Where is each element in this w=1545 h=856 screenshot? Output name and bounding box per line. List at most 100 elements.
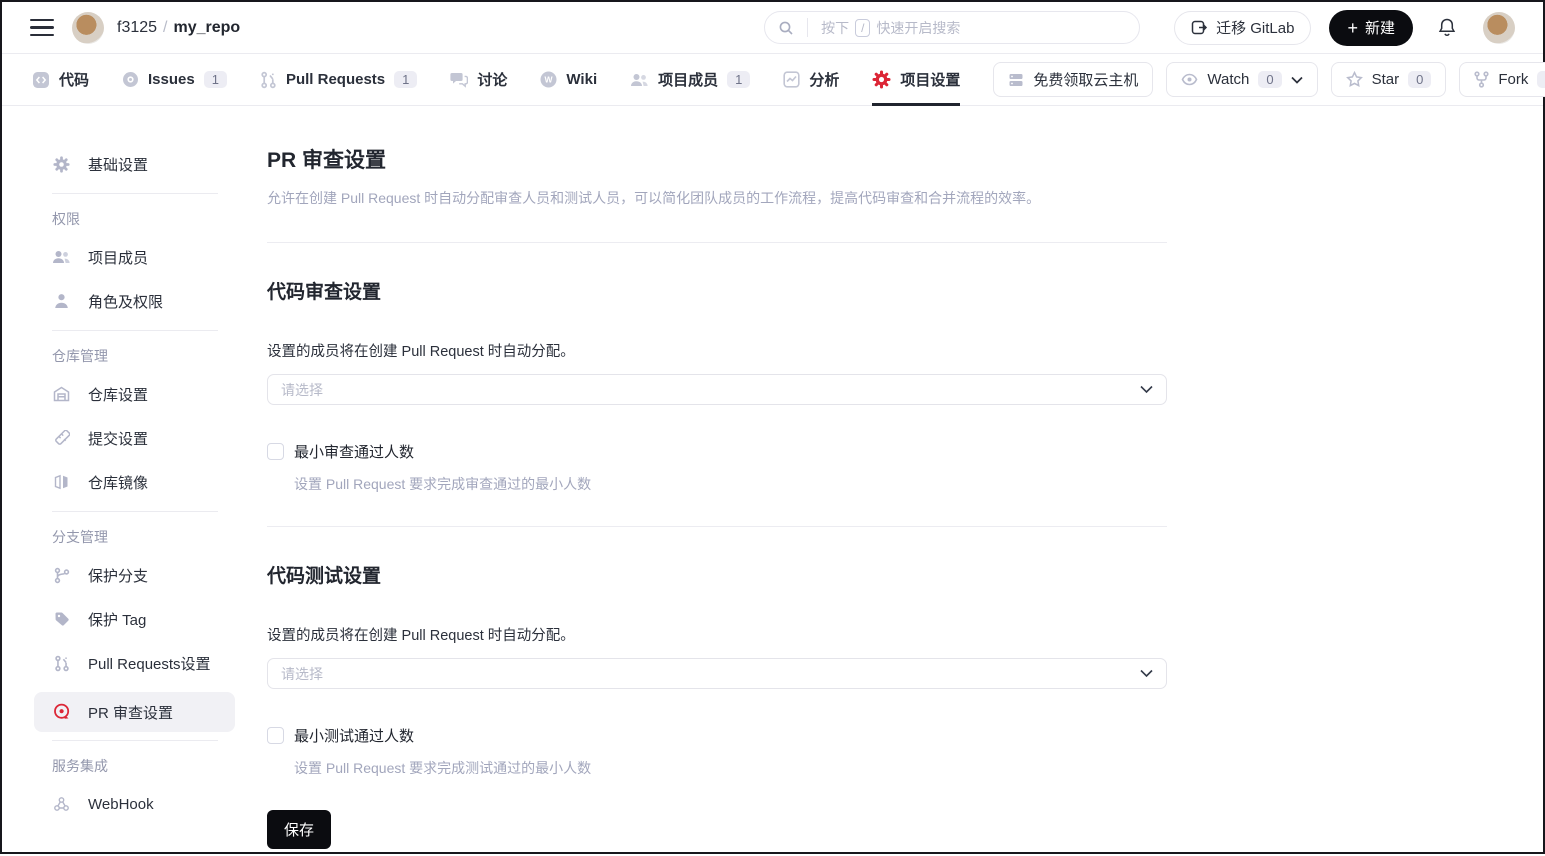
search-input[interactable]: 按下 / 快速开启搜索 [764, 11, 1141, 44]
min-test-count-checkbox[interactable] [267, 727, 284, 744]
repo-tab-bar: 代码 Issues 1 Pull Requests 1 讨论 W Wiki 项目… [2, 54, 1545, 106]
repo-owner-avatar[interactable] [72, 11, 104, 44]
tab-pull-requests[interactable]: Pull Requests 1 [260, 54, 418, 106]
sidebar-item-label: 保护分支 [88, 567, 149, 585]
sidebar-item-label: 提交设置 [88, 430, 149, 448]
tab-wiki[interactable]: W Wiki [540, 54, 597, 106]
code-review-heading: 代码审查设置 [267, 282, 382, 303]
server-icon [1008, 72, 1024, 88]
sidebar-item-pr-review-settings[interactable]: PR 审查设置 [34, 692, 235, 732]
chevron-down-icon [1140, 669, 1153, 678]
fork-button[interactable]: Fork 0 [1459, 62, 1545, 97]
sidebar-item-webhook[interactable]: WebHook [34, 789, 235, 819]
min-test-count-help: 设置 Pull Request 要求完成测试通过的最小人数 [294, 760, 592, 776]
breadcrumb-owner[interactable]: f3125 [117, 19, 157, 37]
sidebar-item-protected-branches[interactable]: 保护分支 [34, 560, 235, 590]
watch-icon [1181, 72, 1198, 87]
breadcrumb-separator: / [163, 18, 168, 36]
tab-issues[interactable]: Issues 1 [122, 54, 227, 106]
section-divider [267, 242, 1167, 243]
new-button[interactable]: + 新建 [1329, 9, 1413, 46]
tab-issues-label: Issues [148, 71, 195, 88]
pr-review-settings-panel: PR 审查设置 允许在创建 Pull Request 时自动分配审查人员和测试人… [267, 106, 1167, 849]
tag-icon [52, 611, 71, 627]
fork-icon [1474, 71, 1489, 88]
review-members-select[interactable]: 请选择 [267, 374, 1167, 405]
sidebar-item-pr-settings[interactable]: Pull Requests设置 [34, 648, 235, 678]
sidebar-item-label: 保护 Tag [88, 611, 147, 629]
save-button[interactable]: 保存 [267, 810, 332, 849]
sidebar-item-repo-mirror[interactable]: 仓库镜像 [34, 467, 235, 497]
tab-settings[interactable]: 项目设置 [872, 54, 961, 106]
sidebar-item-label: WebHook [88, 795, 154, 813]
sidebar-item-label: PR 审查设置 [88, 704, 174, 722]
sidebar-item-label: Pull Requests设置 [88, 655, 211, 673]
hamburger-menu-icon[interactable] [30, 18, 54, 37]
tab-discussion[interactable]: 讨论 [450, 54, 507, 106]
sidebar-section-permissions: 权限 [52, 211, 80, 227]
breadcrumb-repo[interactable]: my_repo [174, 19, 241, 37]
tab-members[interactable]: 项目成员 1 [630, 54, 751, 106]
members-count-badge: 1 [727, 71, 751, 88]
user-avatar[interactable] [1483, 11, 1515, 44]
pr-count-badge: 1 [394, 71, 418, 88]
sidebar-item-commit-settings[interactable]: 提交设置 [34, 423, 235, 453]
star-label: Star [1371, 71, 1400, 88]
test-select-placeholder: 请选择 [281, 665, 323, 682]
sidebar-divider [52, 330, 218, 331]
migrate-gitlab-label: 迁移 GitLab [1216, 20, 1295, 37]
min-review-count-row: 最小审查通过人数 [267, 441, 1167, 462]
sidebar-section-branches: 分支管理 [52, 529, 108, 545]
sidebar-item-members[interactable]: 项目成员 [34, 242, 235, 272]
tab-code-label: 代码 [59, 72, 90, 89]
cloud-host-label: 免费领取云主机 [1033, 72, 1139, 89]
webhook-icon [52, 796, 71, 812]
sidebar-item-basic-settings[interactable]: 基础设置 [34, 149, 235, 179]
sidebar-item-roles-permissions[interactable]: 角色及权限 [34, 286, 235, 316]
watch-count-badge: 0 [1258, 71, 1282, 88]
review-icon-red [52, 703, 71, 721]
migrate-gitlab-button[interactable]: 迁移 GitLab [1174, 10, 1312, 45]
tab-discussion-label: 讨论 [477, 72, 508, 89]
sidebar-section-repository: 仓库管理 [52, 348, 108, 364]
sidebar-divider [52, 511, 218, 512]
sidebar-item-label: 基础设置 [88, 156, 149, 174]
tab-code[interactable]: 代码 [32, 54, 89, 106]
test-assign-label: 设置的成员将在创建 Pull Request 时自动分配。 [267, 628, 575, 644]
ruler-icon [52, 429, 71, 447]
chevron-down-icon [1290, 76, 1303, 84]
sidebar-item-repo-settings[interactable]: 仓库设置 [34, 379, 235, 409]
sidebar-divider [52, 193, 218, 194]
search-placeholder-suffix: 快速开启搜索 [876, 19, 961, 36]
code-test-heading: 代码测试设置 [267, 566, 382, 587]
pull-request-icon [52, 655, 71, 672]
min-review-count-label: 最小审查通过人数 [294, 444, 415, 461]
notification-bell-icon[interactable] [1437, 17, 1457, 38]
review-assign-label: 设置的成员将在创建 Pull Request 时自动分配。 [267, 344, 575, 360]
mirror-icon [52, 474, 71, 490]
tab-pull-requests-label: Pull Requests [285, 71, 386, 88]
sidebar-item-label: 仓库设置 [88, 386, 149, 404]
tab-analytics[interactable]: 分析 [783, 54, 839, 106]
pull-request-icon [260, 71, 277, 89]
watch-button[interactable]: Watch 0 [1166, 62, 1318, 97]
tab-members-label: 项目成员 [658, 72, 719, 89]
star-button[interactable]: Star 0 [1330, 62, 1447, 97]
tab-wiki-label: Wiki [566, 71, 598, 88]
branch-icon [52, 567, 71, 584]
cloud-host-button[interactable]: 免费领取云主机 [993, 62, 1154, 97]
test-members-select[interactable]: 请选择 [267, 658, 1167, 689]
search-divider [807, 18, 809, 37]
min-review-count-help: 设置 Pull Request 要求完成审查通过的最小人数 [294, 476, 592, 492]
chart-icon [783, 71, 800, 88]
issues-count-badge: 1 [203, 71, 227, 88]
slash-keycap: / [855, 18, 871, 37]
settings-sidebar: 基础设置 权限 项目成员 角色及权限 仓库管理 仓库设置 提交设置 仓库镜像 分… [34, 106, 235, 833]
min-review-count-checkbox[interactable] [267, 443, 284, 460]
watch-label: Watch [1207, 71, 1250, 88]
sidebar-item-protected-tags[interactable]: 保护 Tag [34, 604, 235, 634]
plus-icon: + [1347, 17, 1358, 38]
chat-bubbles-icon [450, 71, 469, 88]
code-icon [32, 71, 50, 89]
page-subtitle: 允许在创建 Pull Request 时自动分配审查人员和测试人员，可以简化团队… [267, 190, 1041, 206]
